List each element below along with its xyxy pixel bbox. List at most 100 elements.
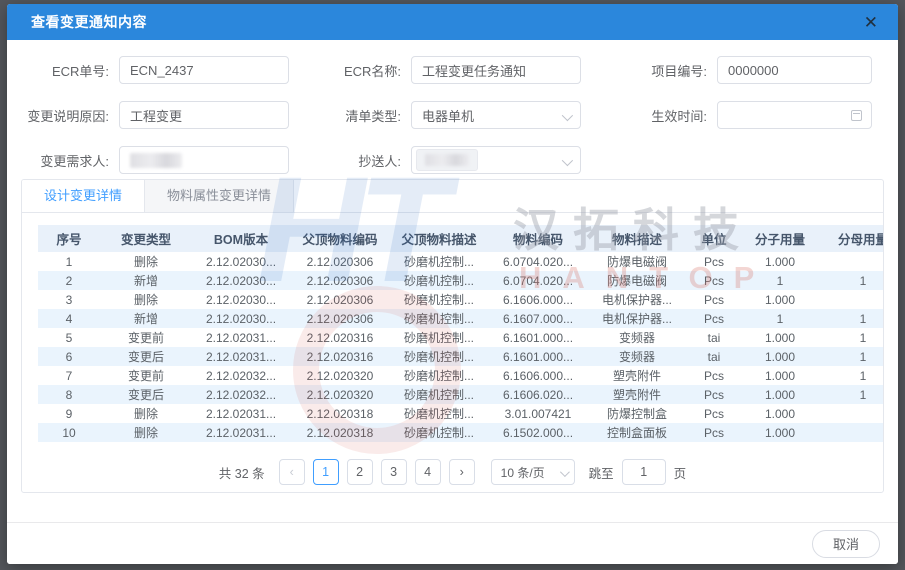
table-cell: 5 bbox=[38, 328, 100, 347]
close-icon[interactable]: ✕ bbox=[860, 12, 882, 33]
table-cell: Pcs bbox=[686, 385, 742, 404]
cc-person-select[interactable] bbox=[411, 146, 581, 174]
table-cell: 1.000 bbox=[742, 252, 818, 271]
table-cell: 变更后 bbox=[100, 347, 192, 366]
field-ecr-no: ECR单号: bbox=[21, 56, 289, 84]
redacted-text bbox=[425, 154, 469, 166]
table-row[interactable]: 10删除2.12.02031...2.12.020318砂磨机控制...6.15… bbox=[38, 423, 883, 442]
table-cell: 3.01.007421 bbox=[488, 404, 588, 423]
dialog-title: 查看变更通知内容 bbox=[31, 12, 147, 32]
list-type-value: 电器单机 bbox=[422, 106, 474, 125]
next-page-button[interactable]: › bbox=[449, 459, 475, 485]
table-cell: 4 bbox=[38, 309, 100, 328]
page-button[interactable]: 3 bbox=[381, 459, 407, 485]
change-reason-value[interactable] bbox=[130, 108, 278, 123]
table-cell: 砂磨机控制... bbox=[390, 309, 488, 328]
jump-page-input[interactable] bbox=[622, 459, 666, 485]
ecr-no-value[interactable] bbox=[130, 63, 278, 78]
table-cell: 变更前 bbox=[100, 366, 192, 385]
table-cell bbox=[818, 252, 883, 271]
effective-time-input[interactable] bbox=[717, 101, 872, 129]
table-cell: 2.12.02032... bbox=[192, 366, 290, 385]
table-cell: 2.12.02031... bbox=[192, 347, 290, 366]
table-cell: 删除 bbox=[100, 252, 192, 271]
table-cell: 6.1606.000... bbox=[488, 366, 588, 385]
table-row[interactable]: 9删除2.12.02031...2.12.020318砂磨机控制...3.01.… bbox=[38, 404, 883, 423]
page-button[interactable]: 4 bbox=[415, 459, 441, 485]
page-button[interactable]: 2 bbox=[347, 459, 373, 485]
table-cell: 砂磨机控制... bbox=[390, 404, 488, 423]
column-header: 变更类型 bbox=[100, 225, 192, 252]
ecr-name-input[interactable] bbox=[411, 56, 581, 84]
table-cell: 控制盒面板 bbox=[588, 423, 686, 442]
table-cell: 2.12.02030... bbox=[192, 309, 290, 328]
table-cell: 2 bbox=[38, 271, 100, 290]
page-jump: 跳至 页 bbox=[589, 459, 687, 485]
table-row[interactable]: 1删除2.12.02030...2.12.020306砂磨机控制...6.070… bbox=[38, 252, 883, 271]
table-cell: 2.12.020306 bbox=[290, 271, 390, 290]
table-cell: Pcs bbox=[686, 252, 742, 271]
change-notice-dialog: 查看变更通知内容 ✕ ECR单号: ECR名称: 项目编号: bbox=[7, 4, 898, 564]
table-cell: 变频器 bbox=[588, 328, 686, 347]
table-cell: 砂磨机控制... bbox=[390, 385, 488, 404]
table-row[interactable]: 7变更前2.12.02032...2.12.020320砂磨机控制...6.16… bbox=[38, 366, 883, 385]
table-cell: 6.1607.000... bbox=[488, 309, 588, 328]
table-cell: 6.1606.020... bbox=[488, 385, 588, 404]
project-no-input[interactable] bbox=[717, 56, 872, 84]
tab-material-attr-change-detail[interactable]: 物料属性变更详情 bbox=[145, 180, 294, 212]
project-no-value[interactable] bbox=[728, 63, 861, 78]
table-cell bbox=[818, 290, 883, 309]
table-cell: 7 bbox=[38, 366, 100, 385]
field-project-no: 项目编号: bbox=[609, 56, 872, 84]
prev-page-button[interactable]: ‹ bbox=[279, 459, 305, 485]
page-size-value: 10 条/页 bbox=[501, 464, 545, 481]
table-row[interactable]: 8变更后2.12.02032...2.12.020320砂磨机控制...6.16… bbox=[38, 385, 883, 404]
table-cell: 8 bbox=[38, 385, 100, 404]
table-cell: 2.12.020306 bbox=[290, 290, 390, 309]
table-cell: Pcs bbox=[686, 366, 742, 385]
table-cell: 1.000 bbox=[742, 290, 818, 309]
table-cell: 塑壳附件 bbox=[588, 385, 686, 404]
table-cell: 6.1601.000... bbox=[488, 347, 588, 366]
column-header: 父顶物料编码 bbox=[290, 225, 390, 252]
table-cell: 1 bbox=[818, 328, 883, 347]
field-cc-person: 抄送人: bbox=[309, 146, 581, 174]
table-cell: 9 bbox=[38, 404, 100, 423]
notice-form: ECR单号: ECR名称: 项目编号: 变更说明原因: bbox=[7, 40, 898, 174]
table-cell: 砂磨机控制... bbox=[390, 271, 488, 290]
table-row[interactable]: 6变更后2.12.02031...2.12.020316砂磨机控制...6.16… bbox=[38, 347, 883, 366]
change-table: 序号变更类型BOM版本父顶物料编码父顶物料描述物料编码物料描述单位分子用量分母用… bbox=[38, 225, 883, 442]
table-row[interactable]: 2新增2.12.02030...2.12.020306砂磨机控制...6.070… bbox=[38, 271, 883, 290]
table-cell: 1 bbox=[818, 385, 883, 404]
table-cell: 删除 bbox=[100, 290, 192, 309]
page-size-select[interactable]: 10 条/页 bbox=[491, 459, 575, 485]
table-cell: 变更前 bbox=[100, 328, 192, 347]
field-change-reason: 变更说明原因: bbox=[21, 101, 289, 129]
list-type-select[interactable]: 电器单机 bbox=[411, 101, 581, 129]
table-cell: Pcs bbox=[686, 271, 742, 290]
change-requester-input[interactable] bbox=[119, 146, 289, 174]
table-cell: 6.1502.000... bbox=[488, 423, 588, 442]
table-row[interactable]: 4新增2.12.02030...2.12.020306砂磨机控制...6.160… bbox=[38, 309, 883, 328]
table-cell: tai bbox=[686, 347, 742, 366]
column-header: BOM版本 bbox=[192, 225, 290, 252]
page-button[interactable]: 1 bbox=[313, 459, 339, 485]
ecr-no-input[interactable] bbox=[119, 56, 289, 84]
table-cell: 1.000 bbox=[742, 328, 818, 347]
column-header: 物料编码 bbox=[488, 225, 588, 252]
table-cell bbox=[818, 423, 883, 442]
column-header: 物料描述 bbox=[588, 225, 686, 252]
ecr-name-value[interactable] bbox=[422, 63, 570, 78]
table-cell: 变更后 bbox=[100, 385, 192, 404]
table-body: 1删除2.12.02030...2.12.020306砂磨机控制...6.070… bbox=[38, 252, 883, 442]
cancel-button[interactable]: 取消 bbox=[812, 530, 880, 558]
change-reason-input[interactable] bbox=[119, 101, 289, 129]
table-row[interactable]: 3删除2.12.02030...2.12.020306砂磨机控制...6.160… bbox=[38, 290, 883, 309]
change-requester-label: 变更需求人: bbox=[21, 151, 109, 170]
table-row[interactable]: 5变更前2.12.02031...2.12.020316砂磨机控制...6.16… bbox=[38, 328, 883, 347]
table-cell: 1.000 bbox=[742, 385, 818, 404]
tab-design-change-detail[interactable]: 设计变更详情 bbox=[22, 180, 145, 212]
table-cell: 1.000 bbox=[742, 347, 818, 366]
effective-time-label: 生效时间: bbox=[609, 106, 707, 125]
table-cell: 砂磨机控制... bbox=[390, 252, 488, 271]
